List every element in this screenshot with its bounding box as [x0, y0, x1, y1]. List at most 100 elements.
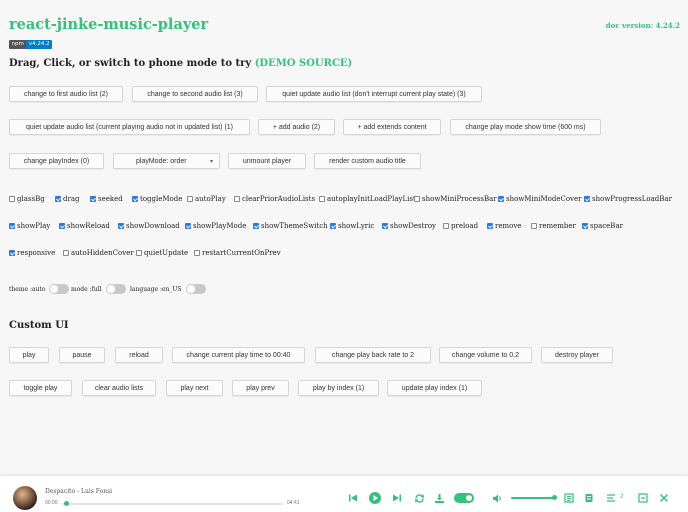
- checkbox-showthemeswitch[interactable]: showThemeSwitch: [253, 222, 328, 230]
- checkbox-box[interactable]: [59, 223, 65, 229]
- render-custom-title-button[interactable]: render custom audio title: [314, 153, 421, 169]
- checkbox-box[interactable]: [443, 223, 449, 229]
- checkbox-box[interactable]: [487, 223, 493, 229]
- play-prev-button[interactable]: play prev: [232, 380, 289, 396]
- checkbox-box[interactable]: [330, 223, 336, 229]
- progress-bar[interactable]: [62, 501, 283, 506]
- pause-button[interactable]: pause: [59, 347, 105, 363]
- checkbox-quietupdate[interactable]: quietUpdate: [136, 249, 188, 257]
- theme-switch[interactable]: [454, 493, 474, 503]
- reload-icon[interactable]: [583, 492, 595, 504]
- checkbox-glassbg[interactable]: glassBg: [9, 195, 45, 203]
- play-mode-select[interactable]: playMode: order ▾: [113, 153, 220, 169]
- checkbox-box[interactable]: [584, 196, 590, 202]
- theme-switch-label: theme :auto: [9, 285, 46, 293]
- checkbox-showminimodecover[interactable]: showMiniModeCover: [498, 195, 581, 203]
- play-by-index-button[interactable]: play by index (1): [298, 380, 379, 396]
- checkbox-box[interactable]: [234, 196, 240, 202]
- checkbox-showreload[interactable]: showReload: [59, 222, 110, 230]
- checkbox-spacebar[interactable]: spaceBar: [582, 222, 623, 230]
- checkbox-box[interactable]: [319, 196, 325, 202]
- prev-icon[interactable]: [347, 492, 359, 504]
- checkbox-box[interactable]: [63, 250, 69, 256]
- checkbox-box[interactable]: [118, 223, 124, 229]
- mini-mode-icon[interactable]: [637, 492, 649, 504]
- checkbox-box[interactable]: [9, 223, 15, 229]
- update-play-index-button[interactable]: update play index (1): [387, 380, 482, 396]
- destroy-player-button[interactable]: destroy player: [541, 347, 613, 363]
- checkbox-box[interactable]: [531, 223, 537, 229]
- quiet-update-not-in-list-button[interactable]: quiet update audio list (current playing…: [9, 119, 250, 135]
- checkbox-box[interactable]: [498, 196, 504, 202]
- checkbox-box[interactable]: [9, 196, 15, 202]
- checkbox-showplay[interactable]: showPlay: [9, 222, 50, 230]
- play-button[interactable]: play: [9, 347, 49, 363]
- checkbox-showminiprocessbar[interactable]: showMiniProcessBar: [414, 195, 497, 203]
- mode-switch[interactable]: mode :full: [71, 284, 126, 294]
- toggle-play-button[interactable]: toggle play: [9, 380, 72, 396]
- change-volume-button[interactable]: change volume to 0.2: [439, 347, 532, 363]
- checkbox-preload[interactable]: preload: [443, 222, 478, 230]
- volume-handle[interactable]: [552, 495, 557, 500]
- clear-audio-lists-button[interactable]: clear audio lists: [82, 380, 156, 396]
- demo-source-link[interactable]: (DEMO SOURCE): [255, 58, 353, 69]
- checkbox-responsive[interactable]: responsive: [9, 249, 55, 257]
- checkbox-box[interactable]: [9, 250, 15, 256]
- mode-toggle[interactable]: [105, 284, 126, 294]
- progress-handle[interactable]: [64, 501, 69, 506]
- first-audio-list-button[interactable]: change to first audio list (2): [9, 86, 123, 102]
- checkbox-box[interactable]: [382, 223, 388, 229]
- album-cover[interactable]: [13, 486, 37, 510]
- checkbox-box[interactable]: [253, 223, 259, 229]
- checkbox-showdestroy[interactable]: showDestroy: [382, 222, 436, 230]
- add-audio-button[interactable]: + add audio (2): [258, 119, 335, 135]
- checkbox-showlyric[interactable]: showLyric: [330, 222, 374, 230]
- checkbox-remember[interactable]: remember: [531, 222, 576, 230]
- change-play-time-button[interactable]: change current play time to 00:40: [172, 347, 305, 363]
- checkbox-box[interactable]: [194, 250, 200, 256]
- checkbox-restartcurrentonprev[interactable]: restartCurrentOnPrev: [194, 249, 281, 257]
- checkbox-box[interactable]: [187, 196, 193, 202]
- checkbox-showdownload[interactable]: showDownload: [118, 222, 180, 230]
- lyric-icon[interactable]: [563, 492, 575, 504]
- checkbox-showprogressloadbar[interactable]: showProgressLoadBar: [584, 195, 672, 203]
- change-play-rate-button[interactable]: change play back rate to 2: [315, 347, 431, 363]
- checkbox-clearprioraudiolists[interactable]: clearPriorAudioLists: [234, 195, 315, 203]
- playlist-icon[interactable]: [606, 492, 618, 504]
- checkbox-autoplayinitloadplaylist[interactable]: autoplayInitLoadPlayList: [319, 195, 416, 203]
- checkbox-box[interactable]: [582, 223, 588, 229]
- checkbox-box[interactable]: [414, 196, 420, 202]
- volume-slider[interactable]: [511, 495, 557, 500]
- checkbox-box[interactable]: [90, 196, 96, 202]
- checkbox-autoplay[interactable]: autoPlay: [187, 195, 226, 203]
- checkbox-showplaymode[interactable]: showPlayMode: [185, 222, 246, 230]
- add-extends-content-button[interactable]: + add extends content: [343, 119, 441, 135]
- reload-button[interactable]: reload: [115, 347, 163, 363]
- checkbox-box[interactable]: [185, 223, 191, 229]
- npm-badge[interactable]: npm v4.24.2: [9, 40, 53, 49]
- theme-toggle[interactable]: [49, 284, 70, 294]
- second-audio-list-button[interactable]: change to second audio list (3): [132, 86, 258, 102]
- checkbox-togglemode[interactable]: toggleMode: [132, 195, 182, 203]
- volume-icon[interactable]: [491, 492, 503, 504]
- checkbox-seeked[interactable]: seeked: [90, 195, 123, 203]
- close-icon[interactable]: [658, 492, 670, 504]
- play-mode-show-time-button[interactable]: change play mode show time (600 ms): [450, 119, 601, 135]
- play-next-button[interactable]: play next: [166, 380, 223, 396]
- checkbox-box[interactable]: [136, 250, 142, 256]
- checkbox-drag[interactable]: drag: [55, 195, 79, 203]
- quiet-update-button[interactable]: quiet update audio list (don't interrupt…: [266, 86, 482, 102]
- checkbox-box[interactable]: [55, 196, 61, 202]
- change-play-index-button[interactable]: change playIndex (0): [9, 153, 104, 169]
- checkbox-remove[interactable]: remove: [487, 222, 521, 230]
- checkbox-box[interactable]: [132, 196, 138, 202]
- next-icon[interactable]: [391, 492, 403, 504]
- language-toggle[interactable]: [185, 284, 206, 294]
- play-icon[interactable]: [369, 492, 381, 504]
- checkbox-autohiddencover[interactable]: autoHiddenCover: [63, 249, 134, 257]
- download-icon[interactable]: [433, 492, 445, 504]
- unmount-player-button[interactable]: unmount player: [228, 153, 306, 169]
- language-switch[interactable]: language :en_US: [130, 284, 206, 294]
- loop-icon[interactable]: [413, 492, 425, 504]
- theme-switch[interactable]: theme :auto: [9, 284, 70, 294]
